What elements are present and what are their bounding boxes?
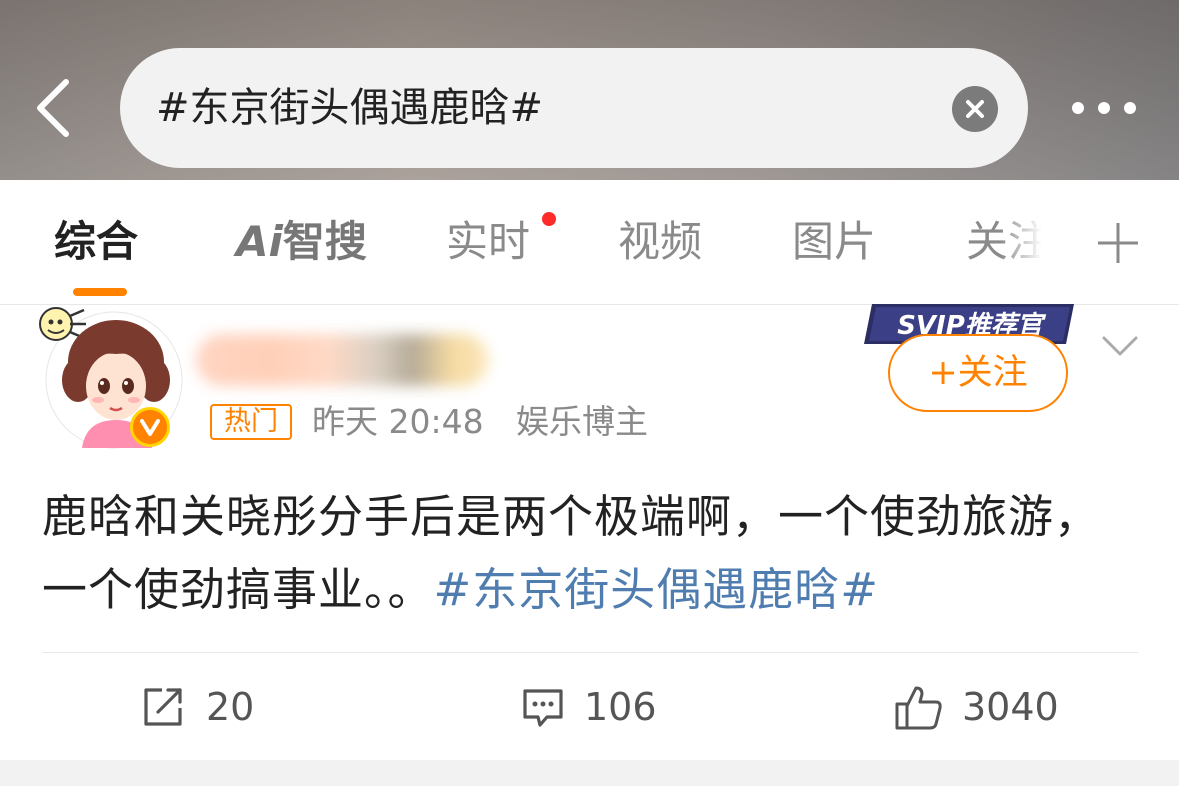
post-content: 鹿晗和关晓彤分手后是两个极端啊，一个使劲旅游，一个使劲搞事业。。#东京街头偶遇鹿… <box>42 480 1142 626</box>
back-button[interactable] <box>30 78 80 138</box>
tab-comprehensive[interactable]: 综合 <box>54 216 138 268</box>
new-content-dot <box>542 212 556 226</box>
post-menu-button[interactable] <box>1100 332 1140 360</box>
hashtag-link[interactable]: #东京街头偶遇鹿晗# <box>434 563 879 616</box>
search-tabs: 综合 Ai智搜 实时 视频 图片 关注 <box>0 180 1179 305</box>
plus-icon <box>1098 223 1138 263</box>
thumbs-up-icon <box>895 686 942 730</box>
username-blurred[interactable] <box>196 334 488 386</box>
comment-icon <box>523 689 563 727</box>
back-arrow-icon <box>37 79 69 137</box>
like-count: 3040 <box>962 685 1059 729</box>
comment-count: 106 <box>584 685 657 729</box>
repost-icon <box>144 688 182 726</box>
follow-button[interactable]: +关注 <box>888 334 1068 412</box>
tab-video[interactable]: 视频 <box>618 216 702 268</box>
tab-ai-search-label: 智搜 <box>282 217 367 266</box>
repost-count: 20 <box>206 685 255 729</box>
tab-pictures[interactable]: 图片 <box>792 216 876 268</box>
post-timestamp: 昨天 20:48 <box>312 402 484 441</box>
ai-logo-text: Ai <box>236 217 283 266</box>
feed-separator <box>0 760 1179 786</box>
weibo-search-results-screen: #东京街头偶遇鹿晗# 综合 Ai智搜 实时 视频 图片 关注 热门 昨天 20:… <box>0 0 1179 786</box>
tab-realtime[interactable]: 实时 <box>446 216 530 268</box>
active-tab-indicator <box>73 288 127 296</box>
more-dots-icon <box>1072 102 1136 114</box>
clear-search-button[interactable] <box>952 86 998 132</box>
hot-badge: 热门 <box>210 404 292 440</box>
close-icon <box>966 100 984 118</box>
chevron-down-icon <box>1102 336 1138 356</box>
like-button[interactable]: 3040 <box>894 680 1074 734</box>
search-input[interactable]: #东京街头偶遇鹿晗# <box>120 48 1028 168</box>
tab-following[interactable]: 关注 <box>966 216 1042 268</box>
search-query-text: #东京街头偶遇鹿晗# <box>156 85 544 131</box>
user-category: 娱乐博主 <box>516 402 648 441</box>
comment-button[interactable]: 106 <box>520 680 680 734</box>
verified-badge <box>130 407 170 447</box>
more-options-button[interactable] <box>1068 86 1140 130</box>
repost-button[interactable]: 20 <box>140 680 280 734</box>
add-tab-button[interactable] <box>1094 219 1142 267</box>
search-header: #东京街头偶遇鹿晗# <box>0 0 1179 180</box>
tab-ai-search[interactable]: Ai智搜 <box>236 216 367 268</box>
verified-v-icon <box>140 419 160 436</box>
actions-divider <box>42 652 1138 653</box>
